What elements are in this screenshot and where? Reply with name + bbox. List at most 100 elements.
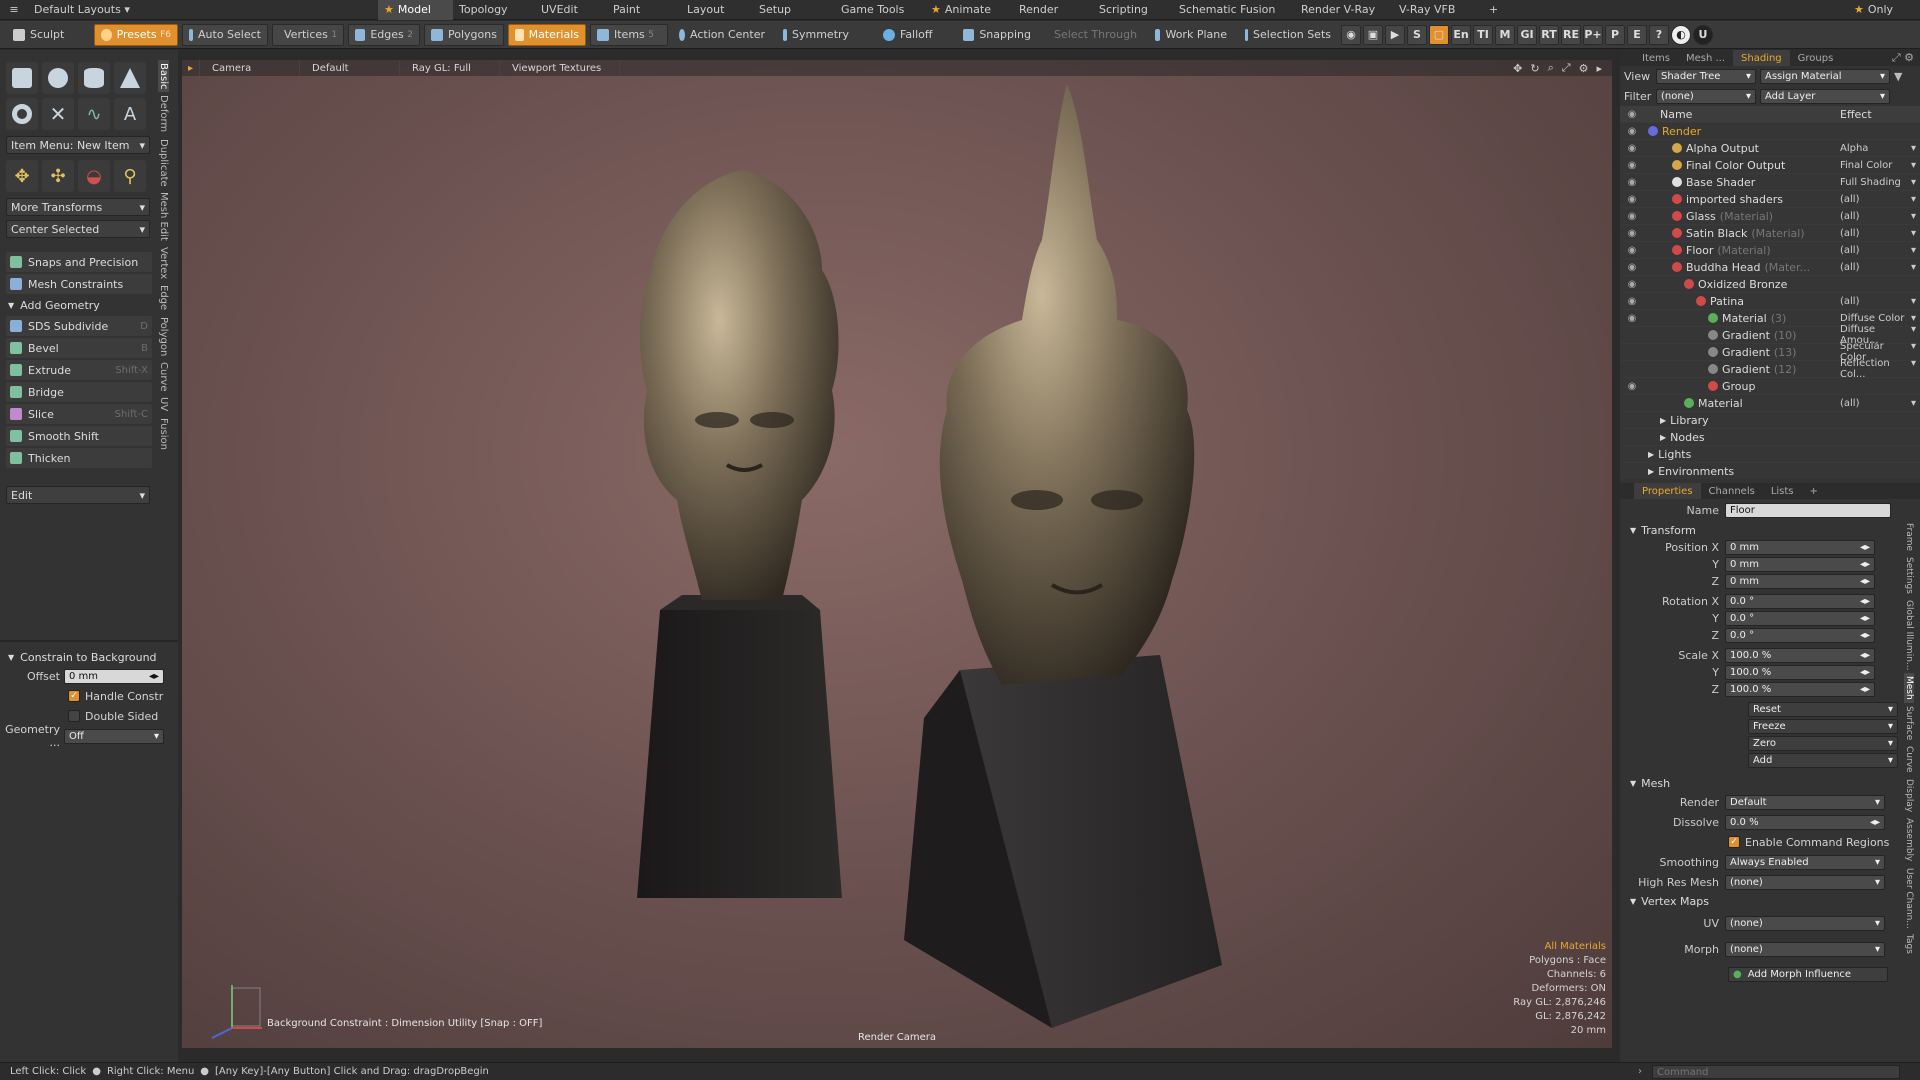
shader-tree-row[interactable]: ◉ Render xyxy=(1620,123,1920,140)
presets-button[interactable]: Presets F6 xyxy=(94,23,178,46)
transform-freeze-dropdown[interactable]: Freeze ▾ xyxy=(1748,719,1898,734)
toggle-m[interactable]: M xyxy=(1495,24,1515,45)
right-vtab-9[interactable]: Tags xyxy=(1904,931,1914,957)
right-vtab-5[interactable]: Curve xyxy=(1904,743,1914,776)
eye-icon[interactable]: ◉ xyxy=(1624,245,1640,256)
morph-dropdown[interactable]: (none) ▾ xyxy=(1725,941,1885,957)
row-effect[interactable]: Alpha ▾ xyxy=(1840,143,1920,154)
position-x-field[interactable]: 0 mm ◂▸ xyxy=(1725,540,1875,555)
falloff-button[interactable]: Falloff xyxy=(876,24,952,46)
handle-constr-row[interactable]: ✓ Handle Constr xyxy=(0,686,178,706)
row-effect[interactable]: (all) ▾ xyxy=(1840,194,1920,205)
tab-game-tools[interactable]: Game Tools xyxy=(835,0,925,20)
shader-tree-row[interactable]: ◉ Final Color Output Final Color ▾ xyxy=(1620,157,1920,174)
viewport-tab-textures[interactable]: Viewport Textures xyxy=(500,60,621,76)
eye-icon[interactable]: ◉ xyxy=(1624,381,1640,392)
tab-paint[interactable]: Paint xyxy=(607,0,681,20)
tab-shading[interactable]: Shading xyxy=(1733,50,1790,66)
name-field[interactable]: Floor xyxy=(1725,502,1891,518)
vtab-mesh-edit[interactable]: Mesh Edit xyxy=(158,189,169,244)
add-morph-button[interactable]: ● Add Morph Influence xyxy=(1728,966,1888,982)
transform-section[interactable]: ▼ Transform xyxy=(1620,521,1900,539)
text-icon[interactable]: A xyxy=(114,98,146,130)
row-effect[interactable]: (all) ▾ xyxy=(1840,228,1920,239)
toggle-pplus[interactable]: P+ xyxy=(1583,24,1603,45)
transform-icon[interactable]: ⚲ xyxy=(114,160,146,192)
right-vtab-0[interactable]: Frame xyxy=(1904,520,1914,554)
row-effect[interactable]: (all) ▾ xyxy=(1840,296,1920,307)
assign-material-dropdown[interactable]: Assign Material ▾ xyxy=(1760,68,1890,84)
tool-extrude[interactable]: Extrude Shift-X xyxy=(6,360,152,380)
tab-model[interactable]: ★ Model xyxy=(378,0,453,20)
vtab-polygon[interactable]: Polygon xyxy=(158,314,169,359)
shader-tree-row[interactable]: ◉ Oxidized Bronze xyxy=(1620,276,1920,293)
view-dropdown[interactable]: Shader Tree ▾ xyxy=(1656,68,1756,84)
tab-uvedit[interactable]: UVEdit xyxy=(535,0,607,20)
camera-icon[interactable]: ◉ xyxy=(1341,24,1361,45)
filter-dropdown[interactable]: (none) ▾ xyxy=(1656,88,1756,104)
row-effect[interactable]: (all) ▾ xyxy=(1840,245,1920,256)
row-effect[interactable]: (all) ▾ xyxy=(1840,211,1920,222)
star-burst-icon[interactable]: ✕ xyxy=(42,98,74,130)
3d-viewport[interactable]: Background Constraint : Dimension Utilit… xyxy=(182,60,1612,1048)
checkbox-unchecked-icon[interactable] xyxy=(68,710,80,722)
snaps-precision-button[interactable]: Snaps and Precision xyxy=(6,252,152,272)
rotation-x-field[interactable]: 0.0 ° ◂▸ xyxy=(1725,594,1875,609)
eye-icon[interactable]: ◉ xyxy=(1624,296,1640,307)
right-vtab-1[interactable]: Settings xyxy=(1904,554,1914,597)
symmetry-button[interactable]: Symmetry xyxy=(776,24,872,46)
enable-command-regions-row[interactable]: ✓ Enable Command Regions xyxy=(1620,832,1900,852)
edges-button[interactable]: Edges 2 xyxy=(348,23,420,46)
right-vtab-6[interactable]: Display xyxy=(1904,776,1914,815)
action-center-button[interactable]: Action Center xyxy=(672,24,772,46)
toggle-en[interactable]: En xyxy=(1451,24,1471,45)
eye-icon[interactable]: ◉ xyxy=(1624,143,1640,154)
row-effect[interactable]: Diffuse Color ▾ xyxy=(1840,313,1920,324)
cube-icon[interactable] xyxy=(6,62,38,94)
row-effect[interactable]: Reflection Col... ▾ xyxy=(1840,358,1920,380)
gear-icon[interactable]: ⚙ xyxy=(1579,62,1589,75)
tab-items[interactable]: Items xyxy=(1634,50,1678,66)
toggle-e[interactable]: E xyxy=(1627,24,1647,45)
tab-properties[interactable]: Properties xyxy=(1634,483,1701,499)
eye-icon[interactable]: ◉ xyxy=(1624,109,1640,120)
eye-icon[interactable]: ◉ xyxy=(1624,211,1640,222)
shader-tree-row[interactable]: ◉ Buddha Head (Mater... (all) ▾ xyxy=(1620,259,1920,276)
toggle-rt[interactable]: RT xyxy=(1539,24,1559,45)
uv-dropdown[interactable]: (none) ▾ xyxy=(1725,915,1885,931)
shader-tree-row[interactable]: Gradient (12) Reflection Col... ▾ xyxy=(1620,358,1920,380)
eye-icon[interactable]: ◉ xyxy=(1624,177,1640,188)
row-effect[interactable]: Full Shading ▾ xyxy=(1840,177,1920,188)
materials-button[interactable]: Materials xyxy=(508,23,586,46)
mesh-constraints-button[interactable]: Mesh Constraints xyxy=(6,274,152,294)
eye-icon[interactable]: ◉ xyxy=(1624,279,1640,290)
position-z-field[interactable]: 0 mm ◂▸ xyxy=(1725,574,1875,589)
mesh-section[interactable]: ▼ Mesh xyxy=(1620,774,1900,792)
tab-layout[interactable]: Layout xyxy=(681,0,753,20)
sphere-icon[interactable] xyxy=(42,62,74,94)
auto-select-button[interactable]: Auto Select xyxy=(182,23,268,46)
vtab-deform[interactable]: Deform xyxy=(158,92,169,135)
curve-icon[interactable]: ∿ xyxy=(78,98,110,130)
eye-icon[interactable]: ◉ xyxy=(1624,228,1640,239)
viewport-tab-raygl[interactable]: Ray GL: Full xyxy=(400,60,501,76)
row-effect[interactable]: (all) ▾ xyxy=(1840,398,1920,409)
toggle-s[interactable]: S xyxy=(1407,24,1427,45)
transform-add-dropdown[interactable]: Add ▾ xyxy=(1748,753,1898,768)
row-effect[interactable]: (all) ▾ xyxy=(1840,262,1920,273)
vtab-edge[interactable]: Edge xyxy=(158,282,169,313)
toggle-gi[interactable]: GI xyxy=(1517,24,1537,45)
tab-animate[interactable]: ★ Animate xyxy=(925,0,1013,20)
scale-icon[interactable]: ◒ xyxy=(78,160,110,192)
tool-smooth-shift[interactable]: Smooth Shift xyxy=(6,426,152,446)
viewport-menu-icon[interactable]: ▸ xyxy=(182,60,201,76)
filter-funnel-icon[interactable]: ▼ xyxy=(1894,70,1902,83)
pan-icon[interactable]: ✥ xyxy=(1513,62,1522,75)
unreal-logo-icon[interactable]: U xyxy=(1693,24,1713,45)
tool-thicken[interactable]: Thicken xyxy=(6,448,152,468)
shader-tree-row[interactable]: ▶ Lights xyxy=(1620,446,1920,463)
smoothing-dropdown[interactable]: Always Enabled ▾ xyxy=(1725,854,1885,870)
shader-tree-row[interactable]: Material (all) ▾ xyxy=(1620,395,1920,412)
vtab-vertex[interactable]: Vertex xyxy=(158,244,169,282)
tab-topology[interactable]: Topology xyxy=(453,0,535,20)
